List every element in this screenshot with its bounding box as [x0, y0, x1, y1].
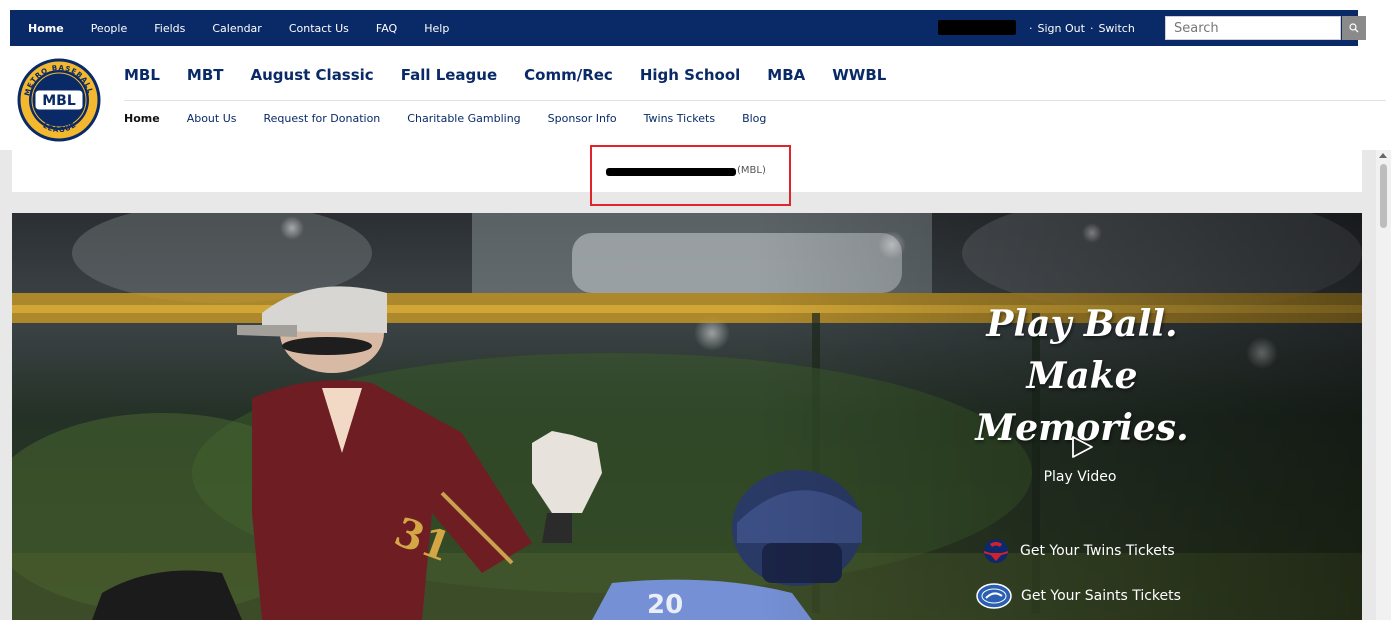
hero-headline: Play Ball. Make Memories.: [932, 298, 1232, 454]
mbl-logo[interactable]: METRO BASEBALL LEAGUE MBL: [17, 58, 101, 142]
top-nav-fields[interactable]: Fields: [154, 22, 185, 35]
top-nav-calendar[interactable]: Calendar: [212, 22, 261, 35]
main-nav-mba[interactable]: MBA: [767, 66, 805, 84]
main-nav-comm-rec[interactable]: Comm/Rec: [524, 66, 613, 84]
top-bar: Home People Fields Calendar Contact Us F…: [10, 10, 1366, 46]
saints-logo-icon: [976, 583, 1012, 609]
sign-out-link[interactable]: Sign Out: [1038, 22, 1085, 35]
top-nav-home[interactable]: Home: [28, 22, 64, 35]
highlight-annotation-box: [590, 145, 791, 206]
sub-nav-sponsor-info[interactable]: Sponsor Info: [548, 112, 617, 125]
twins-tickets-link[interactable]: Get Your Twins Tickets: [980, 537, 1175, 565]
play-icon[interactable]: [1069, 434, 1095, 460]
top-nav-faq[interactable]: FAQ: [376, 22, 397, 35]
hero-headline-line1: Play Ball.: [986, 303, 1178, 345]
top-nav-contact-us[interactable]: Contact Us: [289, 22, 349, 35]
main-nav-august-classic[interactable]: August Classic: [251, 66, 374, 84]
saints-tickets-label: Get Your Saints Tickets: [1021, 588, 1181, 604]
user-links: · Sign Out · Switch: [1024, 10, 1135, 46]
sub-nav-request-for-donation[interactable]: Request for Donation: [264, 112, 381, 125]
search-icon: [1349, 23, 1359, 33]
scroll-thumb[interactable]: [1380, 164, 1387, 228]
twins-logo-icon: [984, 539, 1008, 563]
top-nav: Home People Fields Calendar Contact Us F…: [28, 10, 476, 46]
play-video-button[interactable]: Play Video: [1000, 469, 1160, 485]
twins-tickets-label: Get Your Twins Tickets: [1020, 543, 1175, 559]
nav-divider: [124, 100, 1386, 101]
search-input[interactable]: [1165, 16, 1341, 40]
main-nav: MBL MBT August Classic Fall League Comm/…: [124, 61, 913, 89]
separator-dot: ·: [1089, 21, 1094, 35]
sub-nav-home[interactable]: Home: [124, 112, 160, 125]
logo-text: MBL: [42, 93, 76, 109]
sub-nav-charitable-gambling[interactable]: Charitable Gambling: [407, 112, 520, 125]
sub-nav: Home About Us Request for Donation Chari…: [124, 109, 793, 127]
sub-nav-twins-tickets[interactable]: Twins Tickets: [644, 112, 715, 125]
main-nav-fall-league[interactable]: Fall League: [401, 66, 497, 84]
top-nav-help[interactable]: Help: [424, 22, 449, 35]
main-nav-mbt[interactable]: MBT: [187, 66, 224, 84]
switch-link[interactable]: Switch: [1098, 22, 1134, 35]
main-nav-mbl[interactable]: MBL: [124, 66, 160, 84]
top-nav-people[interactable]: People: [91, 22, 128, 35]
sub-nav-about-us[interactable]: About Us: [187, 112, 237, 125]
scroll-up-arrow-icon[interactable]: [1379, 153, 1387, 158]
main-nav-wwbl[interactable]: WWBL: [832, 66, 886, 84]
sub-nav-blog[interactable]: Blog: [742, 112, 766, 125]
separator-dot: ·: [1029, 21, 1033, 35]
search-button[interactable]: [1342, 16, 1366, 40]
redacted-user-name: [938, 20, 1016, 35]
page-scrollbar[interactable]: [1376, 150, 1391, 620]
saints-tickets-link[interactable]: Get Your Saints Tickets: [975, 582, 1181, 610]
main-nav-high-school[interactable]: High School: [640, 66, 740, 84]
